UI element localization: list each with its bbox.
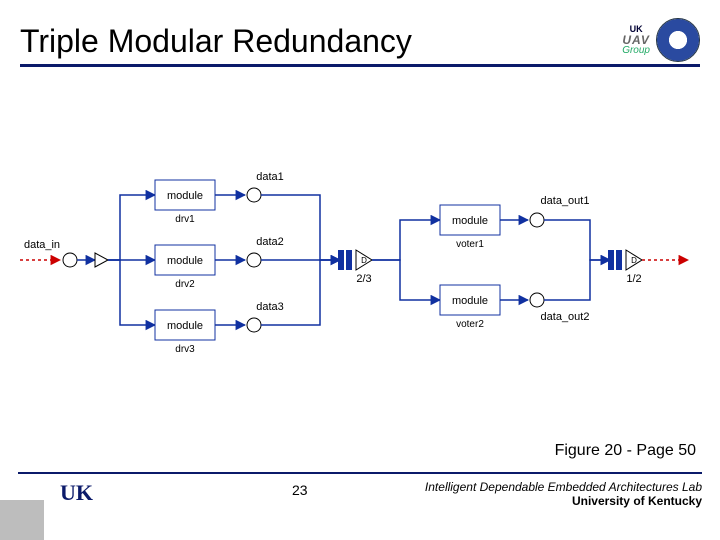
signal-label: data1: [256, 171, 284, 183]
right-fanout: [372, 220, 440, 300]
module-voter1: module voter1 data_out1: [440, 195, 589, 250]
uav-group-logo: UK UAV Group: [622, 25, 650, 56]
header-logos: UK UAV Group: [622, 18, 700, 62]
page-number: 23: [292, 482, 308, 498]
tmr-diagram-svg: data_in module drv1 data1 module drv2 da…: [20, 150, 700, 370]
module-label: module: [452, 215, 488, 227]
module-drv3: module drv3 data3: [155, 301, 284, 355]
uk-logo: UK: [60, 480, 93, 506]
signal-node-icon: [247, 188, 261, 202]
module-drv1: module drv1 data1: [155, 171, 284, 225]
signal-label: data3: [256, 301, 284, 313]
footer-rule: [18, 472, 702, 474]
module-sublabel: drv2: [175, 279, 195, 290]
tmr-diagram: data_in module drv1 data1 module drv2 da…: [20, 150, 700, 370]
svg-text:D: D: [631, 256, 637, 265]
module-drv2: module drv2 data2: [155, 236, 284, 290]
signal-label: data_out1: [541, 195, 590, 207]
signal-node-icon: [530, 213, 544, 227]
module-label: module: [167, 190, 203, 202]
module-sublabel: drv1: [175, 214, 195, 225]
idea-seal-icon: [656, 18, 700, 62]
input-label: data_in: [24, 239, 60, 251]
uav-logo-mid: UAV: [622, 34, 650, 46]
uav-logo-bottom: Group: [622, 46, 650, 56]
module-sublabel: voter2: [456, 319, 484, 330]
module-voter2: module voter2 data_out2: [440, 285, 589, 330]
signal-label: data_out2: [541, 311, 590, 323]
signal-node-icon: [247, 318, 261, 332]
svg-text:D: D: [361, 256, 367, 265]
slide-title: Triple Modular Redundancy: [20, 23, 412, 60]
voter-gate-23: D 2/3: [338, 250, 372, 285]
module-sublabel: voter1: [456, 239, 484, 250]
gate-label: 1/2: [626, 273, 641, 285]
gate-label: 2/3: [356, 273, 371, 285]
title-bar: Triple Modular Redundancy UK UAV Group: [20, 8, 700, 67]
right-converge: [544, 220, 610, 300]
signal-label: data2: [256, 236, 284, 248]
lab-name-text: Intelligent Dependable Embedded Architec…: [425, 480, 702, 494]
decorative-corner: [0, 500, 44, 540]
demux-icon: [95, 253, 108, 267]
signal-node-icon: [530, 293, 544, 307]
module-label: module: [452, 295, 488, 307]
module-label: module: [167, 255, 203, 267]
voter-gate-12: D 1/2: [608, 250, 642, 285]
module-label: module: [167, 320, 203, 332]
input-node-icon: [63, 253, 77, 267]
figure-caption: Figure 20 - Page 50: [555, 442, 696, 460]
signal-node-icon: [247, 253, 261, 267]
left-fanout: [108, 195, 155, 325]
module-sublabel: drv3: [175, 344, 195, 355]
university-name: University of Kentucky: [572, 494, 702, 508]
lab-attribution: Intelligent Dependable Embedded Architec…: [425, 480, 702, 509]
